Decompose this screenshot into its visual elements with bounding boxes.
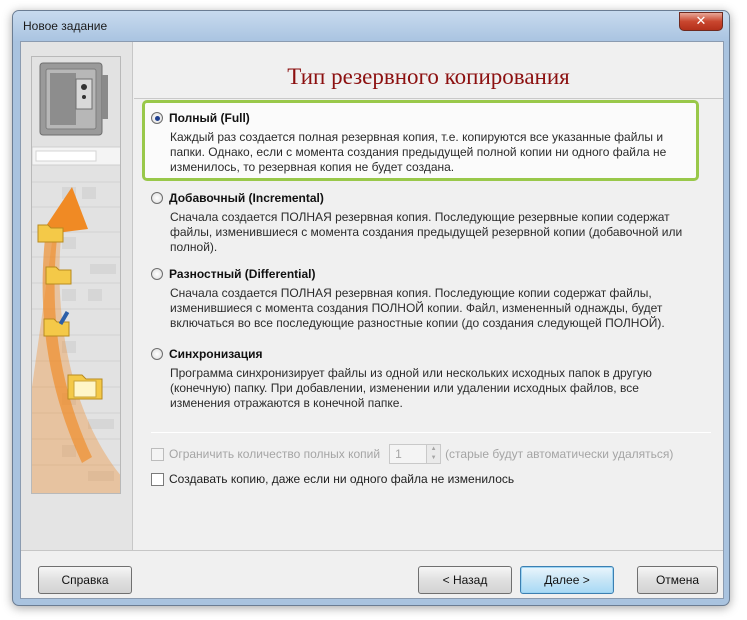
close-icon: ✕ [695,14,707,29]
option-incremental: Добавочный (Incremental) Сначала создает… [151,190,711,255]
limit-copies-note: (старые будут автоматически удаляться) [445,447,674,461]
dialog-window: Новое задание ✕ Тип резервного копирован… [12,10,730,606]
back-button[interactable]: < Назад [418,566,512,594]
option-sync-label[interactable]: Синхронизация [169,347,263,361]
radio-sync[interactable] [151,348,163,360]
radio-differential[interactable] [151,268,163,280]
limit-copies-label[interactable]: Ограничить количество полных копий [169,447,380,461]
main-panel: Тип резервного копирования Полный (Full)… [134,42,723,550]
radio-incremental[interactable] [151,192,163,204]
limit-copies-checkbox[interactable] [151,447,164,461]
help-button[interactable]: Справка [38,566,132,594]
option-incremental-description: Сначала создается ПОЛНАЯ резервная копия… [170,210,683,254]
option-sync: Синхронизация Программа синхронизирует ф… [151,346,711,411]
wizard-side-image [31,56,121,494]
options-divider [151,432,711,433]
radio-full[interactable] [151,112,163,124]
close-button[interactable]: ✕ [679,12,723,31]
create-anyway-row: Создавать копию, даже если ни одного фай… [151,472,514,486]
title-divider [134,98,723,99]
stepper-down-icon[interactable]: ▼ [427,454,441,463]
option-full-label[interactable]: Полный (Full) [169,111,250,125]
option-differential-description: Сначала создается ПОЛНАЯ резервная копия… [170,286,665,330]
side-panel [21,42,133,550]
option-sync-description: Программа синхронизирует файлы из одной … [170,366,652,410]
option-differential: Разностный (Differential) Сначала создае… [151,266,711,331]
option-full: Полный (Full) Каждый раз создается полна… [151,110,711,175]
dialog-client-area: Тип резервного копирования Полный (Full)… [20,41,724,599]
folder-icon [67,374,103,400]
option-incremental-label[interactable]: Добавочный (Incremental) [169,191,324,205]
folder-icon [45,266,72,285]
folder-icon [37,224,64,243]
side-illustration [32,57,120,493]
create-anyway-label[interactable]: Создавать копию, даже если ни одного фай… [169,472,514,486]
page-title: Тип резервного копирования [287,64,570,89]
title-bar[interactable]: Новое задание ✕ [13,11,729,41]
limit-copies-row: Ограничить количество полных копий 1 ▲ ▼… [151,444,673,464]
create-anyway-checkbox[interactable] [151,472,164,486]
safe-icon [39,62,108,136]
next-button[interactable]: Далее > [520,566,614,594]
button-bar-divider [21,550,723,551]
option-full-description: Каждый раз создается полная резервная ко… [170,130,667,174]
window-title: Новое задание [23,19,108,33]
cancel-button[interactable]: Отмена [637,566,718,594]
option-differential-label[interactable]: Разностный (Differential) [169,267,315,281]
limit-copies-value[interactable]: 1 [390,447,426,461]
limit-copies-stepper[interactable]: 1 ▲ ▼ [389,444,442,464]
stepper-up-icon[interactable]: ▲ [427,445,441,454]
